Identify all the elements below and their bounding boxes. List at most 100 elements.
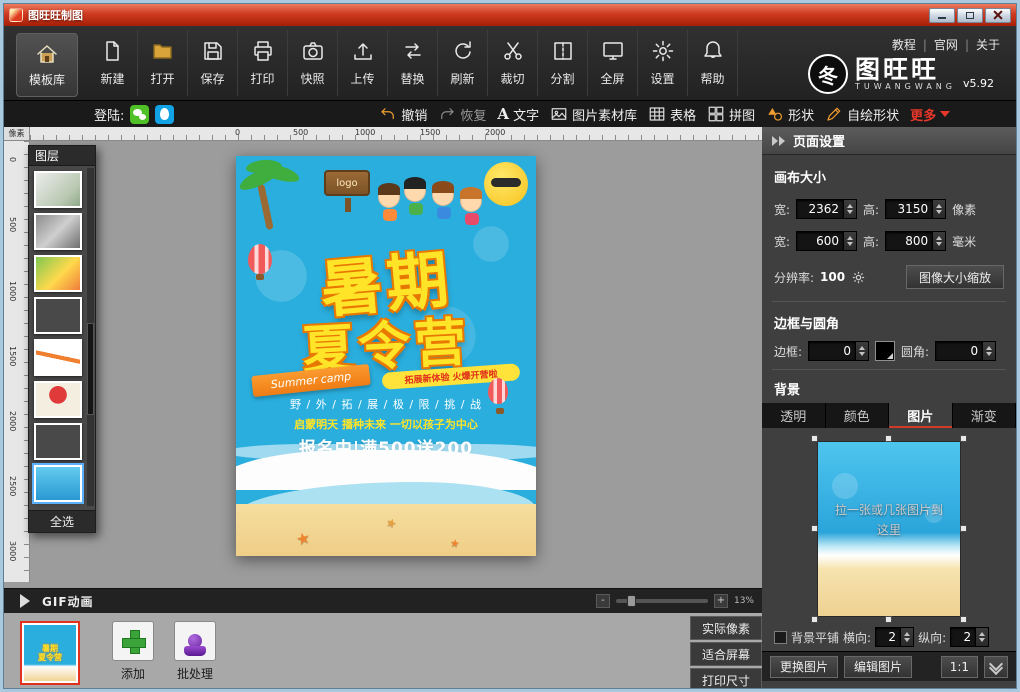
tile-vertical-field[interactable]: 2: [950, 627, 976, 647]
layer-thumbnail[interactable]: [34, 171, 82, 208]
scrollbar-thumb[interactable]: [87, 323, 94, 414]
poster-canvas[interactable]: logo 暑期 夏令营 Summer camp 拓展新体验 火爆开营啦 野 / …: [236, 156, 536, 556]
minimize-button[interactable]: [929, 8, 955, 23]
resize-handle[interactable]: [885, 435, 892, 442]
change-image-button[interactable]: 更换图片: [770, 656, 838, 678]
layer-thumbnail[interactable]: [34, 339, 82, 376]
height-px-stepper[interactable]: [933, 199, 946, 219]
play-icon[interactable]: [20, 594, 30, 608]
table-tool-button[interactable]: 表格: [648, 105, 696, 124]
resize-handle[interactable]: [811, 616, 818, 623]
layers-scrollbar[interactable]: [87, 168, 94, 506]
tile-vertical-stepper[interactable]: [976, 627, 989, 647]
add-page-button[interactable]: 添加: [104, 621, 162, 682]
shape-tool-button[interactable]: 形状: [766, 105, 814, 124]
custom-shape-button[interactable]: 自绘形状: [825, 105, 899, 124]
official-site-link[interactable]: 官网: [934, 36, 958, 53]
tile-checkbox[interactable]: [774, 631, 787, 644]
width-mm-field[interactable]: 600: [796, 231, 844, 251]
template-library-button[interactable]: 模板库: [16, 33, 78, 97]
toolbar-open-button[interactable]: 打开: [138, 30, 188, 96]
toolbar-label: 全屏: [600, 70, 624, 87]
border-color-swatch[interactable]: [875, 341, 895, 361]
collapse-panel-icon[interactable]: [772, 136, 785, 146]
border-width-field[interactable]: 0: [808, 341, 856, 361]
toolbar-save-button[interactable]: 保存: [188, 30, 238, 96]
resolution-gear-icon[interactable]: [851, 270, 866, 285]
resize-handle[interactable]: [960, 525, 967, 532]
material-library-button[interactable]: 图片素材库: [550, 105, 637, 124]
toolbar-fullscreen-button[interactable]: 全屏: [588, 30, 638, 96]
zoom-in-button[interactable]: +: [714, 594, 728, 608]
resolution-value[interactable]: 100: [820, 270, 845, 284]
about-link[interactable]: 关于: [976, 36, 1000, 53]
tab-transparent[interactable]: 透明: [762, 403, 826, 428]
layer-thumbnail[interactable]: [34, 381, 82, 418]
undo-button[interactable]: 撤销: [379, 105, 427, 124]
corner-radius-field[interactable]: 0: [935, 341, 983, 361]
width-px-field[interactable]: 2362: [796, 199, 844, 219]
resize-handle[interactable]: [960, 435, 967, 442]
tutorial-link[interactable]: 教程: [892, 36, 916, 53]
edit-image-button[interactable]: 编辑图片: [844, 656, 912, 678]
text-tool-button[interactable]: A 文字: [497, 105, 539, 124]
layer-thumbnail[interactable]: [34, 423, 82, 460]
fit-screen-button[interactable]: 适合屏幕: [690, 642, 762, 666]
layer-thumbnail-selected[interactable]: [34, 465, 82, 502]
width-px-stepper[interactable]: [844, 199, 857, 219]
layer-thumbnail[interactable]: [34, 213, 82, 250]
background-image-preview[interactable]: 拉一张或几张图片到这里: [818, 442, 960, 616]
zoom-slider-handle[interactable]: [627, 595, 636, 607]
background-actions-bar: 更换图片 编辑图片 1:1: [762, 651, 1016, 681]
resize-handle[interactable]: [811, 435, 818, 442]
zoom-slider[interactable]: [616, 599, 708, 603]
ruler-tick-label: 2000: [8, 411, 17, 431]
width-mm-stepper[interactable]: [844, 231, 857, 251]
resize-handle[interactable]: [960, 616, 967, 623]
toolbar-print-button[interactable]: 打印: [238, 30, 288, 96]
resize-handle[interactable]: [885, 616, 892, 623]
toolbar-help-button[interactable]: 帮助: [688, 30, 738, 96]
toolbar-refresh-button[interactable]: 刷新: [438, 30, 488, 96]
gif-animation-label[interactable]: GIF动画: [42, 593, 94, 610]
layer-thumbnail[interactable]: [34, 297, 82, 334]
page-thumbnail-selected[interactable]: 暑期 夏令营: [20, 621, 80, 685]
toolbar-split-button[interactable]: 分割: [538, 30, 588, 96]
toolbar-snapshot-button[interactable]: 快照: [288, 30, 338, 96]
tile-horizontal-field[interactable]: 2: [875, 627, 901, 647]
toolbar-replace-button[interactable]: 替换: [388, 30, 438, 96]
ratio-1-1-button[interactable]: 1:1: [941, 656, 978, 678]
horizontal-ruler: 0 500 1000 1500 2000: [30, 127, 762, 141]
tab-color[interactable]: 颜色: [826, 403, 890, 428]
height-mm-field[interactable]: 800: [885, 231, 933, 251]
select-all-button[interactable]: 全选: [29, 510, 95, 532]
tab-image[interactable]: 图片: [889, 403, 953, 428]
layer-thumbnail[interactable]: [34, 255, 82, 292]
resize-handle[interactable]: [811, 525, 818, 532]
actual-pixels-button[interactable]: 实际像素: [690, 616, 762, 640]
canvas-area[interactable]: 像素 0 500 1000 1500 2000 0 500 1000 1500 …: [4, 127, 762, 688]
corner-radius-stepper[interactable]: [983, 341, 996, 361]
puzzle-tool-button[interactable]: 拼图: [707, 105, 755, 124]
toolbar-settings-button[interactable]: 设置: [638, 30, 688, 96]
image-scale-button[interactable]: 图像大小缩放: [906, 265, 1004, 289]
tile-horizontal-stepper[interactable]: [901, 627, 914, 647]
layers-panel-title[interactable]: 图层: [29, 146, 95, 166]
close-button[interactable]: [985, 8, 1011, 23]
height-mm-stepper[interactable]: [933, 231, 946, 251]
more-button[interactable]: 更多: [910, 105, 950, 124]
wechat-login-icon[interactable]: [130, 105, 149, 124]
redo-button[interactable]: 恢复: [438, 105, 486, 124]
tab-gradient[interactable]: 渐变: [953, 403, 1017, 428]
maximize-button[interactable]: [957, 8, 983, 23]
batch-process-button[interactable]: 批处理: [166, 621, 224, 682]
toolbar-new-button[interactable]: 新建: [88, 30, 138, 96]
toolbar-crop-button[interactable]: 裁切: [488, 30, 538, 96]
print-size-button[interactable]: 打印尺寸: [690, 668, 762, 688]
height-px-field[interactable]: 3150: [885, 199, 933, 219]
expand-more-button[interactable]: [984, 656, 1008, 678]
qq-login-icon[interactable]: [155, 105, 174, 124]
zoom-out-button[interactable]: -: [596, 594, 610, 608]
toolbar-upload-button[interactable]: 上传: [338, 30, 388, 96]
border-width-stepper[interactable]: [856, 341, 869, 361]
